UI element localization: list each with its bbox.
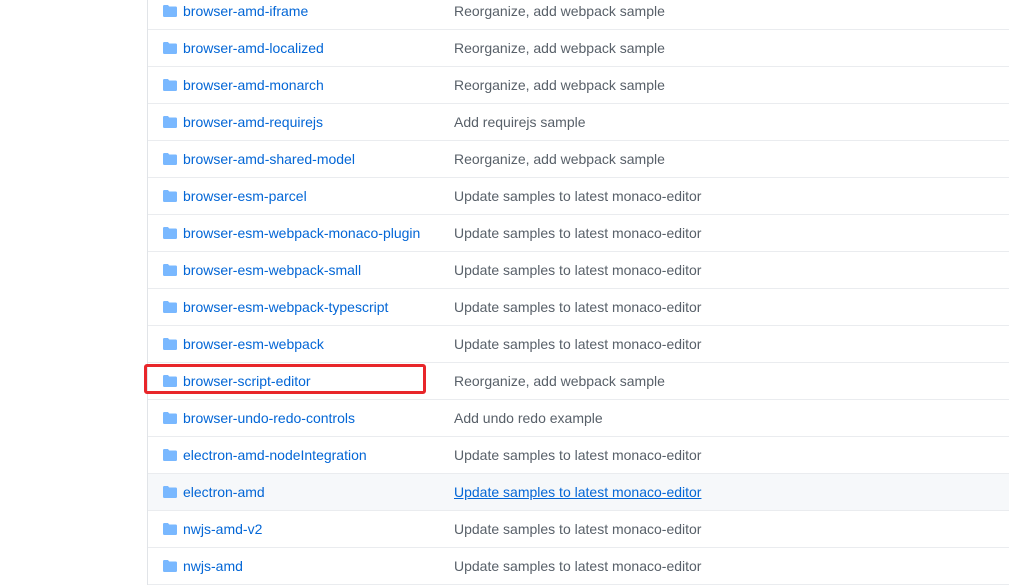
file-row[interactable]: browser-esm-webpack-small Update samples…: [148, 252, 1009, 289]
file-name-link[interactable]: browser-esm-webpack-typescript: [183, 297, 388, 317]
file-row[interactable]: browser-amd-monarch Reorganize, add webp…: [148, 67, 1009, 104]
file-name-link[interactable]: browser-amd-iframe: [183, 1, 308, 21]
file-name-link[interactable]: browser-esm-parcel: [183, 186, 307, 206]
file-name-link[interactable]: nwjs-amd-v2: [183, 519, 262, 539]
file-row[interactable]: browser-esm-webpack Update samples to la…: [148, 326, 1009, 363]
folder-icon: [163, 338, 177, 350]
file-name-link[interactable]: browser-amd-localized: [183, 38, 324, 58]
commit-message[interactable]: Update samples to latest monaco-editor: [454, 223, 701, 243]
commit-message[interactable]: Reorganize, add webpack sample: [454, 38, 665, 58]
commit-message[interactable]: Reorganize, add webpack sample: [454, 75, 665, 95]
folder-icon: [163, 375, 177, 387]
folder-icon: [163, 5, 177, 17]
file-row[interactable]: browser-esm-webpack-typescript Update sa…: [148, 289, 1009, 326]
commit-message[interactable]: Reorganize, add webpack sample: [454, 1, 665, 21]
folder-icon: [163, 79, 177, 91]
commit-message[interactable]: Update samples to latest monaco-editor: [454, 556, 701, 576]
file-row[interactable]: nwjs-amd-v2 Update samples to latest mon…: [148, 511, 1009, 548]
file-row[interactable]: browser-esm-parcel Update samples to lat…: [148, 178, 1009, 215]
commit-message[interactable]: Update samples to latest monaco-editor: [454, 260, 701, 280]
folder-icon: [163, 523, 177, 535]
commit-message[interactable]: Reorganize, add webpack sample: [454, 149, 665, 169]
folder-icon: [163, 153, 177, 165]
commit-message[interactable]: Add requirejs sample: [454, 112, 586, 132]
folder-icon: [163, 42, 177, 54]
file-name-link[interactable]: browser-esm-webpack-small: [183, 260, 361, 280]
file-row[interactable]: browser-amd-localized Reorganize, add we…: [148, 30, 1009, 67]
file-row[interactable]: browser-amd-shared-model Reorganize, add…: [148, 141, 1009, 178]
file-row[interactable]: electron-amd Update samples to latest mo…: [148, 474, 1009, 511]
folder-icon: [163, 116, 177, 128]
commit-message[interactable]: Update samples to latest monaco-editor: [454, 482, 701, 502]
folder-icon: [163, 227, 177, 239]
file-row[interactable]: browser-script-editor Reorganize, add we…: [148, 363, 1009, 400]
repository-file-browser: browser-amd-iframe Reorganize, add webpa…: [0, 0, 1009, 588]
folder-icon: [163, 486, 177, 498]
commit-message[interactable]: Update samples to latest monaco-editor: [454, 445, 701, 465]
commit-message[interactable]: Reorganize, add webpack sample: [454, 371, 665, 391]
file-row[interactable]: nwjs-amd Update samples to latest monaco…: [148, 548, 1009, 585]
commit-message[interactable]: Update samples to latest monaco-editor: [454, 519, 701, 539]
folder-icon: [163, 264, 177, 276]
commit-message[interactable]: Update samples to latest monaco-editor: [454, 186, 701, 206]
file-name-link[interactable]: browser-undo-redo-controls: [183, 408, 355, 428]
folder-icon: [163, 449, 177, 461]
file-name-link[interactable]: browser-amd-requirejs: [183, 112, 323, 132]
file-name-link[interactable]: browser-esm-webpack: [183, 334, 324, 354]
file-name-link[interactable]: electron-amd-nodeIntegration: [183, 445, 367, 465]
file-row[interactable]: browser-amd-requirejs Add requirejs samp…: [148, 104, 1009, 141]
folder-icon: [163, 301, 177, 313]
folder-icon: [163, 412, 177, 424]
file-row[interactable]: browser-amd-iframe Reorganize, add webpa…: [148, 0, 1009, 30]
commit-message[interactable]: Update samples to latest monaco-editor: [454, 334, 701, 354]
file-name-link[interactable]: electron-amd: [183, 482, 265, 502]
file-row[interactable]: electron-amd-nodeIntegration Update samp…: [148, 437, 1009, 474]
commit-message[interactable]: Add undo redo example: [454, 408, 603, 428]
file-row[interactable]: browser-esm-webpack-monaco-plugin Update…: [148, 215, 1009, 252]
file-name-link[interactable]: browser-amd-monarch: [183, 75, 324, 95]
file-name-link[interactable]: browser-script-editor: [183, 371, 311, 391]
folder-icon: [163, 560, 177, 572]
file-row[interactable]: browser-undo-redo-controls Add undo redo…: [148, 400, 1009, 437]
commit-message[interactable]: Update samples to latest monaco-editor: [454, 297, 701, 317]
file-list: browser-amd-iframe Reorganize, add webpa…: [147, 0, 1009, 585]
file-name-link[interactable]: nwjs-amd: [183, 556, 243, 576]
file-name-link[interactable]: browser-esm-webpack-monaco-plugin: [183, 223, 420, 243]
file-name-link[interactable]: browser-amd-shared-model: [183, 149, 355, 169]
folder-icon: [163, 190, 177, 202]
